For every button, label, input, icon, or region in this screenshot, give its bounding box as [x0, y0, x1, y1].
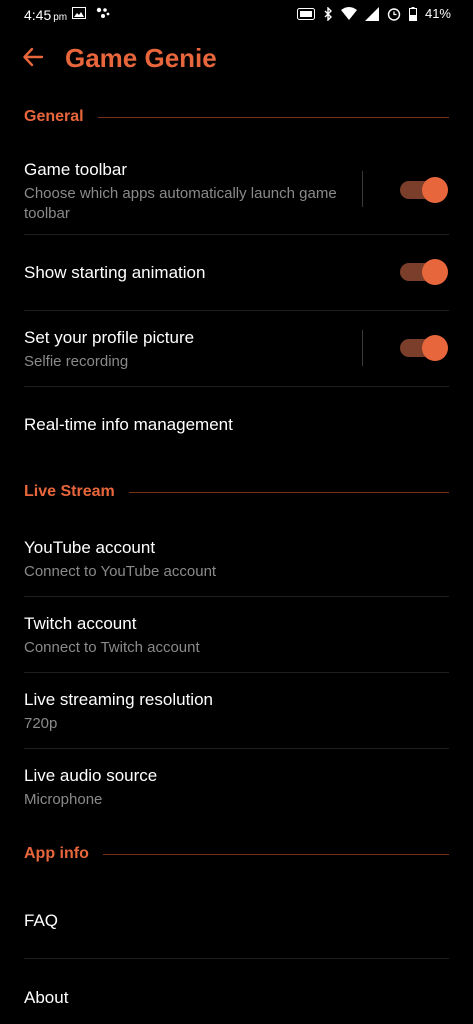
battery-percent: 41% [424, 6, 451, 21]
setting-faq[interactable]: FAQ [24, 911, 449, 931]
gallery-icon [72, 7, 86, 19]
alarm-icon [387, 7, 401, 21]
setting-title: Real-time info management [24, 415, 233, 434]
vertical-separator [362, 171, 363, 207]
setting-subtitle: Connect to YouTube account [24, 563, 217, 580]
data-saver-icon [296, 7, 315, 20]
setting-title: Set your profile picture [24, 328, 195, 347]
setting-youtube-account[interactable]: YouTube account Connect to YouTube accou… [24, 538, 449, 582]
status-time: 4:45 pm [24, 7, 67, 23]
setting-subtitle: Connect to Twitch account [24, 639, 200, 656]
toggle-thumb [422, 335, 448, 361]
setting-title: About [24, 988, 69, 1007]
setting-title: Game toolbar [24, 160, 127, 179]
status-time-value: 4:45 [24, 7, 52, 23]
setting-audio-source[interactable]: Live audio source Microphone [24, 766, 449, 810]
setting-subtitle: Selfie recording [24, 353, 129, 370]
divider [24, 596, 449, 597]
divider [24, 310, 449, 311]
setting-game-toolbar[interactable]: Game toolbar Choose which apps automatic… [24, 160, 353, 224]
section-title-live-stream: Live Stream [24, 483, 115, 500]
setting-title: Show starting animation [24, 263, 206, 282]
back-arrow-icon[interactable] [22, 46, 44, 68]
section-divider [128, 491, 449, 493]
setting-about[interactable]: About [24, 988, 449, 1008]
status-bar: 4:45 pm 41% [0, 0, 473, 32]
section-title-general: General [24, 108, 84, 125]
wifi-icon [340, 6, 357, 20]
divider [24, 748, 449, 749]
bluetooth-icon [324, 6, 332, 21]
toggle-thumb [422, 177, 448, 203]
section-title-app-info: App info [24, 845, 89, 862]
section-header-live-stream: Live Stream [24, 480, 449, 504]
game-toolbar-toggle[interactable] [400, 176, 448, 204]
vertical-separator [362, 330, 363, 366]
section-divider [102, 853, 449, 855]
section-header-general: General [24, 105, 449, 129]
profile-picture-toggle[interactable] [400, 334, 448, 362]
status-notification-icons [72, 7, 110, 19]
signal-icon [364, 6, 379, 21]
setting-profile-picture[interactable]: Set your profile picture Selfie recordin… [24, 328, 353, 372]
setting-subtitle: Choose which apps automatically launch g… [24, 185, 337, 222]
section-divider [97, 116, 449, 118]
starting-animation-toggle[interactable] [400, 258, 448, 286]
setting-title: Twitch account [24, 614, 137, 633]
divider [24, 386, 449, 387]
divider [24, 672, 449, 673]
status-system-icons: 41% [296, 6, 451, 21]
assistant-icon [96, 7, 110, 18]
app-bar: Game Genie [0, 32, 473, 88]
setting-starting-animation[interactable]: Show starting animation [24, 263, 353, 283]
setting-subtitle: Microphone [24, 791, 103, 808]
setting-title: Live streaming resolution [24, 690, 213, 709]
battery-icon [408, 6, 417, 21]
setting-title: Live audio source [24, 766, 158, 785]
section-header-app-info: App info [24, 842, 449, 866]
setting-subtitle: 720p [24, 715, 58, 732]
page-title: Game Genie [65, 43, 217, 73]
setting-realtime-info[interactable]: Real-time info management [24, 415, 449, 435]
setting-streaming-resolution[interactable]: Live streaming resolution 720p [24, 690, 449, 734]
setting-title: YouTube account [24, 538, 156, 557]
toggle-thumb [422, 259, 448, 285]
setting-twitch-account[interactable]: Twitch account Connect to Twitch account [24, 614, 449, 658]
status-time-ampm: pm [53, 12, 68, 23]
divider [24, 234, 449, 235]
divider [24, 958, 449, 959]
setting-title: FAQ [24, 911, 59, 930]
